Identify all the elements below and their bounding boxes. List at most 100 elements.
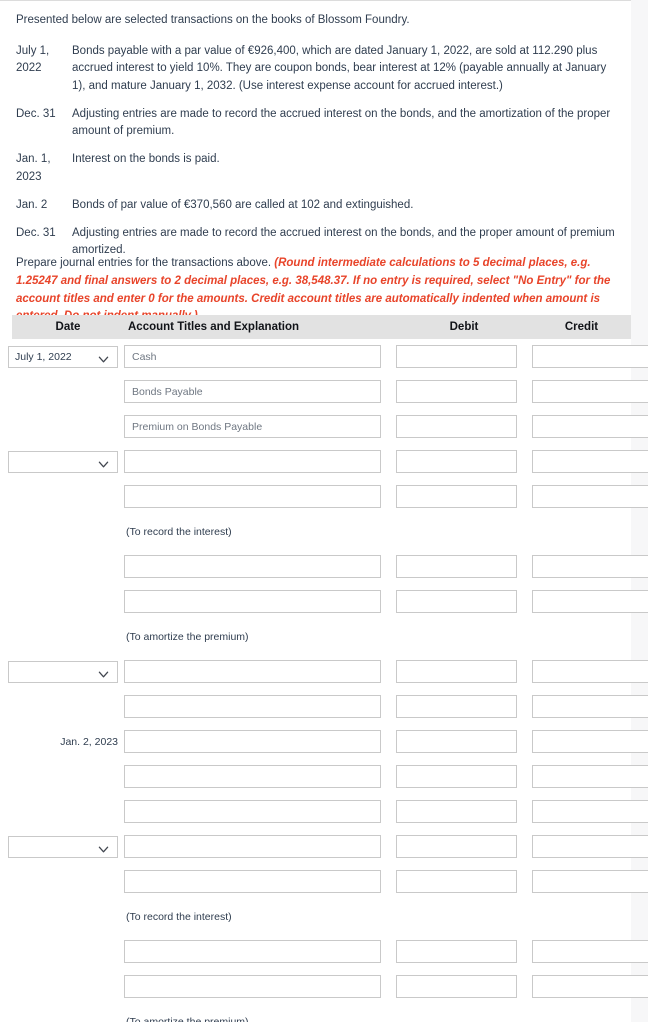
account-title-input[interactable]	[124, 730, 381, 753]
debit-amount-input[interactable]	[396, 940, 517, 963]
credit-amount-input[interactable]	[532, 870, 648, 893]
journal-credit-cell	[532, 695, 648, 718]
debit-amount-input[interactable]	[396, 975, 517, 998]
journal-date-cell	[8, 450, 124, 473]
transaction-row: Jan. 1, 2023 Interest on the bonds is pai…	[0, 151, 631, 186]
column-header-credit: Credit	[564, 321, 599, 333]
debit-amount-input[interactable]	[396, 555, 517, 578]
journal-credit-cell	[532, 660, 648, 683]
journal-account-cell	[124, 590, 396, 613]
account-title-input[interactable]	[124, 590, 381, 613]
journal-date-cell: July 1, 2022	[8, 345, 124, 368]
journal-debit-cell	[396, 555, 532, 578]
journal-entry-row: Jan. 2, 2023	[12, 724, 648, 759]
journal-debit-cell	[396, 450, 532, 473]
journal-entry-row	[12, 864, 648, 899]
credit-amount-input[interactable]	[532, 800, 648, 823]
credit-amount-input[interactable]	[532, 765, 648, 788]
journal-table-body: July 1, 2022 Cash Bonds Payable Premium on …	[0, 339, 648, 1022]
credit-amount-input[interactable]	[532, 975, 648, 998]
transaction-date: Jan. 1, 2023	[16, 153, 51, 183]
column-header-date: Date	[55, 321, 81, 333]
journal-date-select[interactable]	[8, 450, 118, 473]
debit-amount-input[interactable]	[396, 870, 517, 893]
account-title-input[interactable]: Cash	[124, 345, 381, 368]
credit-amount-input[interactable]	[532, 450, 648, 473]
account-title-input[interactable]	[124, 870, 381, 893]
journal-account-cell	[124, 835, 396, 858]
journal-debit-cell	[396, 695, 532, 718]
journal-credit-cell	[532, 450, 648, 473]
debit-amount-input[interactable]	[396, 380, 517, 403]
journal-credit-cell	[532, 940, 648, 963]
journal-date-select[interactable]	[8, 835, 118, 858]
credit-amount-input[interactable]	[532, 380, 648, 403]
chevron-down-icon	[98, 669, 109, 678]
journal-table-header: Date Account Titles and Explanation Debi…	[12, 315, 631, 339]
account-title-input[interactable]	[124, 765, 381, 788]
prepare-lead: Prepare journal entries for the transact…	[16, 257, 275, 269]
account-title-input[interactable]	[124, 800, 381, 823]
journal-date-select-value: July 1, 2022	[15, 350, 72, 363]
journal-debit-cell	[396, 870, 532, 893]
journal-date-select[interactable]: July 1, 2022	[8, 345, 118, 368]
journal-date-label: Jan. 2, 2023	[60, 735, 118, 748]
credit-amount-input[interactable]	[532, 590, 648, 613]
journal-debit-cell	[396, 590, 532, 613]
credit-amount-input[interactable]	[532, 555, 648, 578]
debit-amount-input[interactable]	[396, 415, 517, 438]
journal-account-cell	[124, 660, 396, 683]
journal-account-cell	[124, 800, 396, 823]
account-title-input[interactable]	[124, 835, 381, 858]
debit-amount-input[interactable]	[396, 730, 517, 753]
journal-account-cell	[124, 975, 396, 998]
journal-credit-cell	[532, 485, 648, 508]
journal-entry-table: Date Account Titles and Explanation Debi…	[0, 315, 648, 1022]
journal-memo-row: (To amortize the premium)	[12, 619, 631, 654]
credit-amount-input[interactable]	[532, 730, 648, 753]
journal-entry-row	[8, 444, 648, 479]
debit-amount-input[interactable]	[396, 695, 517, 718]
account-title-input[interactable]	[124, 660, 381, 683]
debit-amount-input[interactable]	[396, 450, 517, 473]
account-title-input[interactable]	[124, 555, 381, 578]
credit-amount-input[interactable]	[532, 940, 648, 963]
transaction-row: July 1, 2022 Bonds payable with a par val…	[0, 43, 631, 95]
journal-debit-cell	[396, 485, 532, 508]
chevron-down-icon	[98, 354, 109, 363]
debit-amount-input[interactable]	[396, 485, 517, 508]
account-title-input[interactable]: Premium on Bonds Payable	[124, 415, 381, 438]
journal-account-cell: Cash	[124, 345, 396, 368]
chevron-down-icon	[98, 844, 109, 853]
account-title-input[interactable]	[124, 695, 381, 718]
journal-account-cell	[124, 450, 396, 473]
journal-entry-row	[12, 584, 648, 619]
account-title-input[interactable]	[124, 450, 381, 473]
credit-amount-input[interactable]	[532, 660, 648, 683]
journal-memo-text: (To record the interest)	[126, 910, 232, 923]
debit-amount-input[interactable]	[396, 800, 517, 823]
journal-account-cell	[124, 730, 396, 753]
transaction-date: Jan. 2	[16, 198, 48, 211]
account-title-input[interactable]	[124, 940, 381, 963]
journal-debit-cell	[396, 835, 532, 858]
journal-credit-cell	[532, 555, 648, 578]
debit-amount-input[interactable]	[396, 345, 517, 368]
account-title-input[interactable]	[124, 975, 381, 998]
account-title-input[interactable]	[124, 485, 381, 508]
journal-memo-row: (To amortize the premium)	[12, 1004, 631, 1022]
journal-credit-cell	[532, 870, 648, 893]
transaction-description: Interest on the bonds is paid.	[72, 153, 220, 166]
credit-amount-input[interactable]	[532, 695, 648, 718]
debit-amount-input[interactable]	[396, 765, 517, 788]
credit-amount-input[interactable]	[532, 415, 648, 438]
credit-amount-input[interactable]	[532, 345, 648, 368]
account-title-input[interactable]: Bonds Payable	[124, 380, 381, 403]
debit-amount-input[interactable]	[396, 835, 517, 858]
journal-date-select[interactable]	[8, 660, 118, 683]
credit-amount-input[interactable]	[532, 485, 648, 508]
debit-amount-input[interactable]	[396, 590, 517, 613]
credit-amount-input[interactable]	[532, 835, 648, 858]
journal-entry-row	[12, 969, 648, 1004]
debit-amount-input[interactable]	[396, 660, 517, 683]
